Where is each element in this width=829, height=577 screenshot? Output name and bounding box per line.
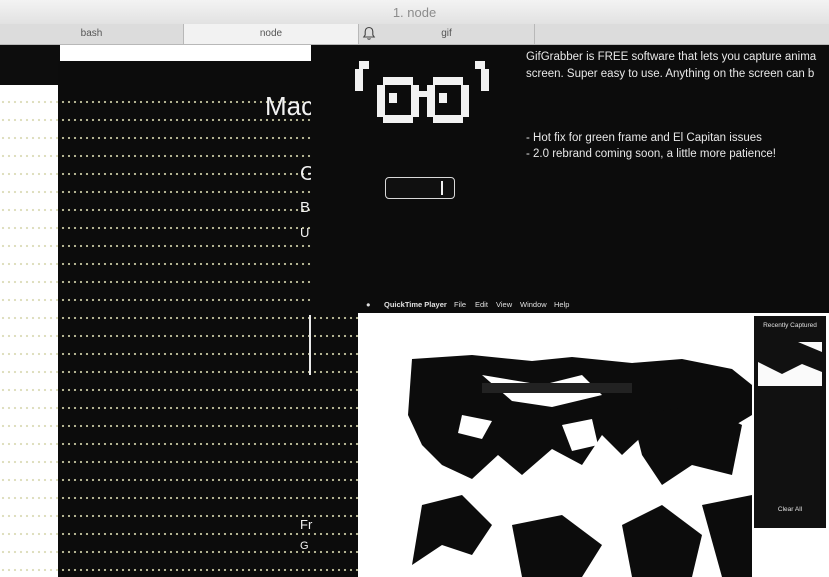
window-title: 1. node (392, 5, 437, 20)
page-fragment: Fr (300, 517, 313, 532)
changelog-item: - 2.0 rebrand coming soon, a little more… (526, 148, 776, 160)
mac-menu-bar: ● QuickTime Player File Edit View Window… (358, 297, 829, 313)
page-fragment: G (300, 540, 309, 552)
terminal-content: Mac G B U Fr G GifGrabber is FREE softwa (0, 45, 829, 577)
tab-bar: bash node gif (0, 24, 829, 45)
terminal-title-bar: 1. node (0, 0, 829, 25)
tab-bash[interactable]: bash (0, 24, 184, 44)
page-fragment: B (300, 199, 311, 216)
description-line: screen. Super easy to use. Anything on t… (526, 68, 815, 80)
description-line: GifGrabber is FREE software that lets yo… (526, 51, 817, 63)
menu-item: File (454, 300, 467, 309)
terminal-artifact (0, 45, 60, 85)
menu-item: Window (520, 300, 547, 309)
glasses-logo-icon (355, 61, 489, 123)
app-promo-panel (311, 45, 526, 315)
description-panel: GifGrabber is FREE software that lets yo… (518, 45, 829, 315)
apple-icon: ● (366, 300, 371, 309)
captured-photo (402, 355, 752, 577)
changelog-item: - Hot fix for green frame and El Capitan… (526, 132, 762, 144)
clear-all-button[interactable]: Clear All (754, 506, 826, 513)
recently-captured-sidebar: Recently Captured Clear All (754, 316, 826, 528)
page-fragment: U (300, 225, 310, 240)
tab-gif[interactable]: gif (359, 24, 535, 44)
menu-item: Help (554, 300, 570, 309)
thumbnail-image (758, 342, 822, 374)
menu-app-name: QuickTime Player (384, 300, 447, 309)
text-cursor (441, 181, 443, 195)
menu-item: View (496, 300, 513, 309)
tab-node[interactable]: node (184, 24, 359, 44)
page-heading: Mac (265, 91, 315, 121)
sidebar-title: Recently Captured (763, 322, 817, 329)
download-button[interactable] (385, 177, 455, 199)
quicktime-screenshot: ● QuickTime Player File Edit View Window… (358, 297, 829, 577)
capture-thumbnail[interactable] (758, 342, 822, 386)
menu-item: Edit (475, 300, 488, 309)
divider (309, 315, 311, 375)
